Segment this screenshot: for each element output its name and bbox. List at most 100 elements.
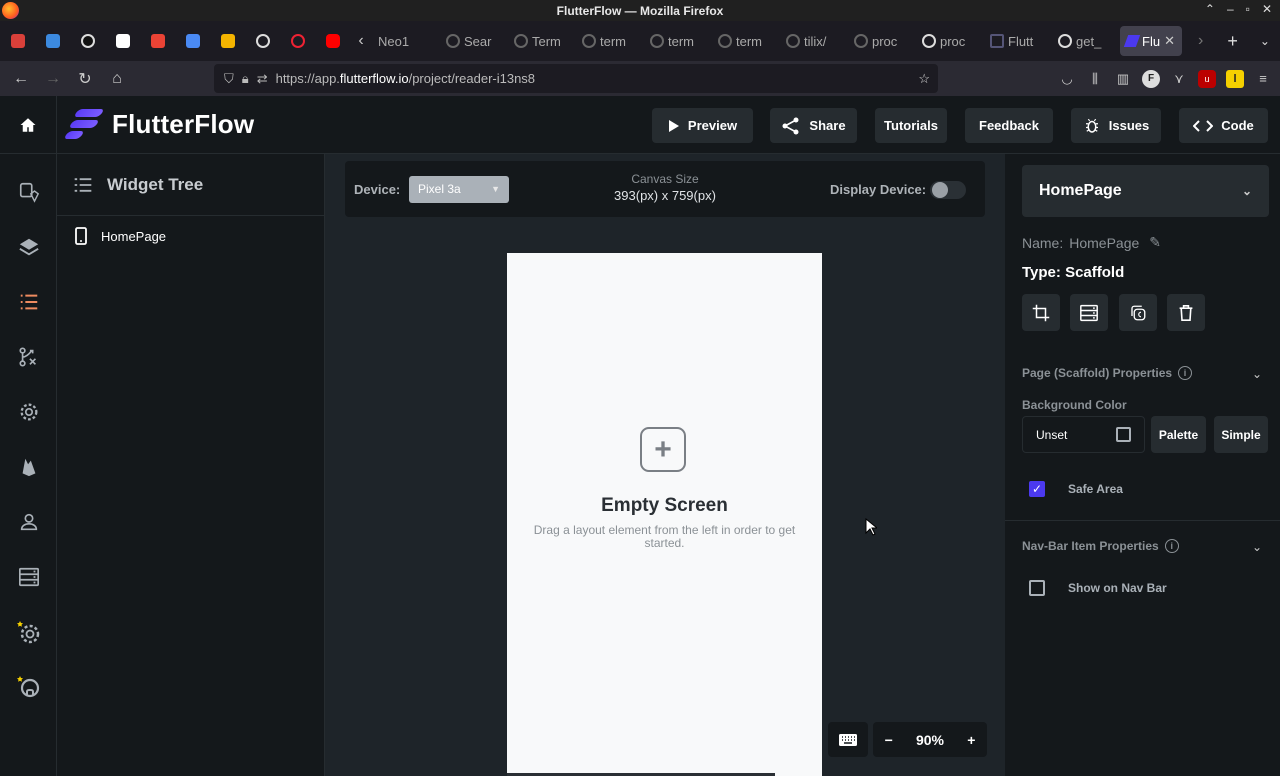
nav-bar-properties-section[interactable]: Nav-Bar Item Properties i: [1022, 539, 1179, 553]
section-divider: [1005, 520, 1280, 521]
ublock-extension-icon[interactable]: u: [1198, 69, 1216, 88]
github-icon[interactable]: [17, 675, 41, 699]
add-widget-icon[interactable]: +: [640, 427, 686, 472]
browser-tab[interactable]: proc: [848, 21, 916, 61]
list-tabs-icon[interactable]: ⌄: [1260, 34, 1270, 48]
tree-item-homepage[interactable]: HomePage: [57, 216, 324, 256]
url-prefix: https://app.: [275, 71, 340, 86]
zoom-level: 90%: [915, 731, 944, 748]
delete-button[interactable]: [1167, 294, 1205, 331]
info-icon[interactable]: i: [1164, 539, 1179, 553]
maximize-icon[interactable]: ▫: [1246, 2, 1250, 16]
browser-tab[interactable]: tilix/: [780, 21, 848, 61]
home-icon[interactable]: ⌂: [101, 65, 133, 93]
color-swatch[interactable]: [1116, 427, 1131, 442]
code-icon: [1193, 119, 1214, 132]
pinned-tab[interactable]: [70, 21, 105, 61]
section-chevron-icon[interactable]: ⌄: [1252, 540, 1262, 554]
zoom-in-button[interactable]: +: [967, 732, 975, 748]
phone-canvas[interactable]: + Empty Screen Drag a layout element fro…: [507, 253, 822, 776]
simple-button[interactable]: Simple: [1214, 416, 1268, 453]
show-on-nav-bar-checkbox[interactable]: [1029, 580, 1045, 596]
share-button[interactable]: Share: [770, 108, 857, 143]
zoom-out-button[interactable]: −: [885, 732, 893, 748]
settings-gear-icon[interactable]: [17, 400, 41, 424]
widget-palette-icon[interactable]: [17, 180, 41, 204]
pinned-tab[interactable]: [280, 21, 315, 61]
lock-icon[interactable]: 🔒︎: [242, 71, 249, 87]
browser-tab[interactable]: term: [644, 21, 712, 61]
url-bar[interactable]: ⛉ 🔒︎ ⇄ https://app.flutterflow.io/projec…: [214, 64, 938, 93]
layers-icon[interactable]: [17, 235, 41, 259]
shield-icon[interactable]: ⛉: [224, 71, 234, 87]
device-select[interactable]: Pixel 3a ▼: [409, 176, 509, 203]
safe-area-label: Safe Area: [1068, 482, 1123, 496]
pinned-tab[interactable]: [315, 21, 350, 61]
action-flow-icon[interactable]: [17, 345, 41, 369]
edit-pencil-icon[interactable]: ✎: [1149, 234, 1161, 251]
browser-tab[interactable]: Neo1: [372, 21, 440, 61]
background-color-field[interactable]: Unset: [1022, 416, 1145, 453]
pinned-tab[interactable]: [105, 21, 140, 61]
trash-icon: [1179, 304, 1193, 321]
safe-area-checkbox[interactable]: ✓: [1029, 481, 1045, 497]
custom-code-icon[interactable]: [17, 620, 41, 644]
tutorials-button[interactable]: Tutorials: [875, 108, 947, 143]
database-icon[interactable]: [17, 565, 41, 589]
keyboard-shortcuts-button[interactable]: [828, 722, 868, 757]
pinned-tab[interactable]: [210, 21, 245, 61]
widget-tree-panel: Widget Tree HomePage: [57, 154, 325, 776]
browser-tab[interactable]: proc: [916, 21, 984, 61]
browser-tab-active[interactable]: Flu ✕: [1120, 26, 1182, 56]
sidebar-icon[interactable]: ▥: [1114, 70, 1132, 88]
section-chevron-icon[interactable]: ⌄: [1252, 367, 1262, 381]
issues-button[interactable]: Issues: [1071, 108, 1161, 143]
display-device-toggle[interactable]: [930, 181, 966, 199]
reload-icon[interactable]: ↻: [69, 65, 101, 93]
menu-icon[interactable]: ≡: [1254, 70, 1272, 88]
browser-tab[interactable]: get_: [1052, 21, 1120, 61]
scroll-tabs-right-icon[interactable]: ›: [1198, 32, 1203, 50]
extension-icon[interactable]: l: [1226, 69, 1244, 88]
library-icon[interactable]: ⫼: [1086, 70, 1104, 88]
crop-button[interactable]: [1022, 294, 1060, 331]
pinned-tab[interactable]: [35, 21, 70, 61]
close-tab-icon[interactable]: ✕: [1164, 33, 1175, 49]
firebase-icon[interactable]: [17, 455, 41, 479]
minimize-icon[interactable]: ⌃: [1205, 2, 1215, 16]
info-icon[interactable]: i: [1178, 366, 1193, 380]
pinned-tab[interactable]: [0, 21, 35, 61]
feedback-button[interactable]: Feedback: [965, 108, 1053, 143]
bug-icon: [1085, 118, 1098, 133]
page-properties-section[interactable]: Page (Scaffold) Properties i: [1022, 366, 1193, 380]
browser-tab[interactable]: term: [712, 21, 780, 61]
browser-tab[interactable]: term: [576, 21, 644, 61]
vk-extension-icon[interactable]: ⋎: [1170, 70, 1188, 88]
widget-tree-icon[interactable]: [17, 290, 41, 314]
new-tab-icon[interactable]: +: [1227, 31, 1238, 52]
permissions-icon[interactable]: ⇄: [257, 71, 268, 87]
close-icon[interactable]: ✕: [1262, 2, 1272, 16]
pocket-icon[interactable]: ◡: [1058, 70, 1076, 88]
browser-tab[interactable]: Flutt: [984, 21, 1052, 61]
browser-tab[interactable]: Term: [508, 21, 576, 61]
scroll-tabs-left-icon[interactable]: ‹: [350, 21, 372, 61]
copy-button[interactable]: [1119, 294, 1157, 331]
palette-button[interactable]: Palette: [1151, 416, 1206, 453]
back-icon[interactable]: ←: [5, 65, 37, 93]
browser-tab[interactable]: Sear: [440, 21, 508, 61]
restore-icon[interactable]: ‒: [1227, 2, 1234, 16]
bookmark-star-icon[interactable]: ☆: [918, 71, 930, 87]
forward-icon[interactable]: →: [37, 65, 69, 93]
code-button[interactable]: Code: [1179, 108, 1268, 143]
preview-button[interactable]: Preview: [652, 108, 753, 143]
pinned-tab[interactable]: [245, 21, 280, 61]
pinned-tab[interactable]: [140, 21, 175, 61]
user-icon[interactable]: [17, 510, 41, 534]
page-selector[interactable]: HomePage ⌄: [1022, 165, 1269, 217]
pinned-tab[interactable]: [175, 21, 210, 61]
account-icon[interactable]: F: [1142, 69, 1160, 88]
canvas-area: Device: Pixel 3a ▼ Canvas Size 393(px) x…: [325, 154, 1005, 776]
storage-button[interactable]: [1070, 294, 1108, 331]
home-button[interactable]: [0, 96, 57, 154]
